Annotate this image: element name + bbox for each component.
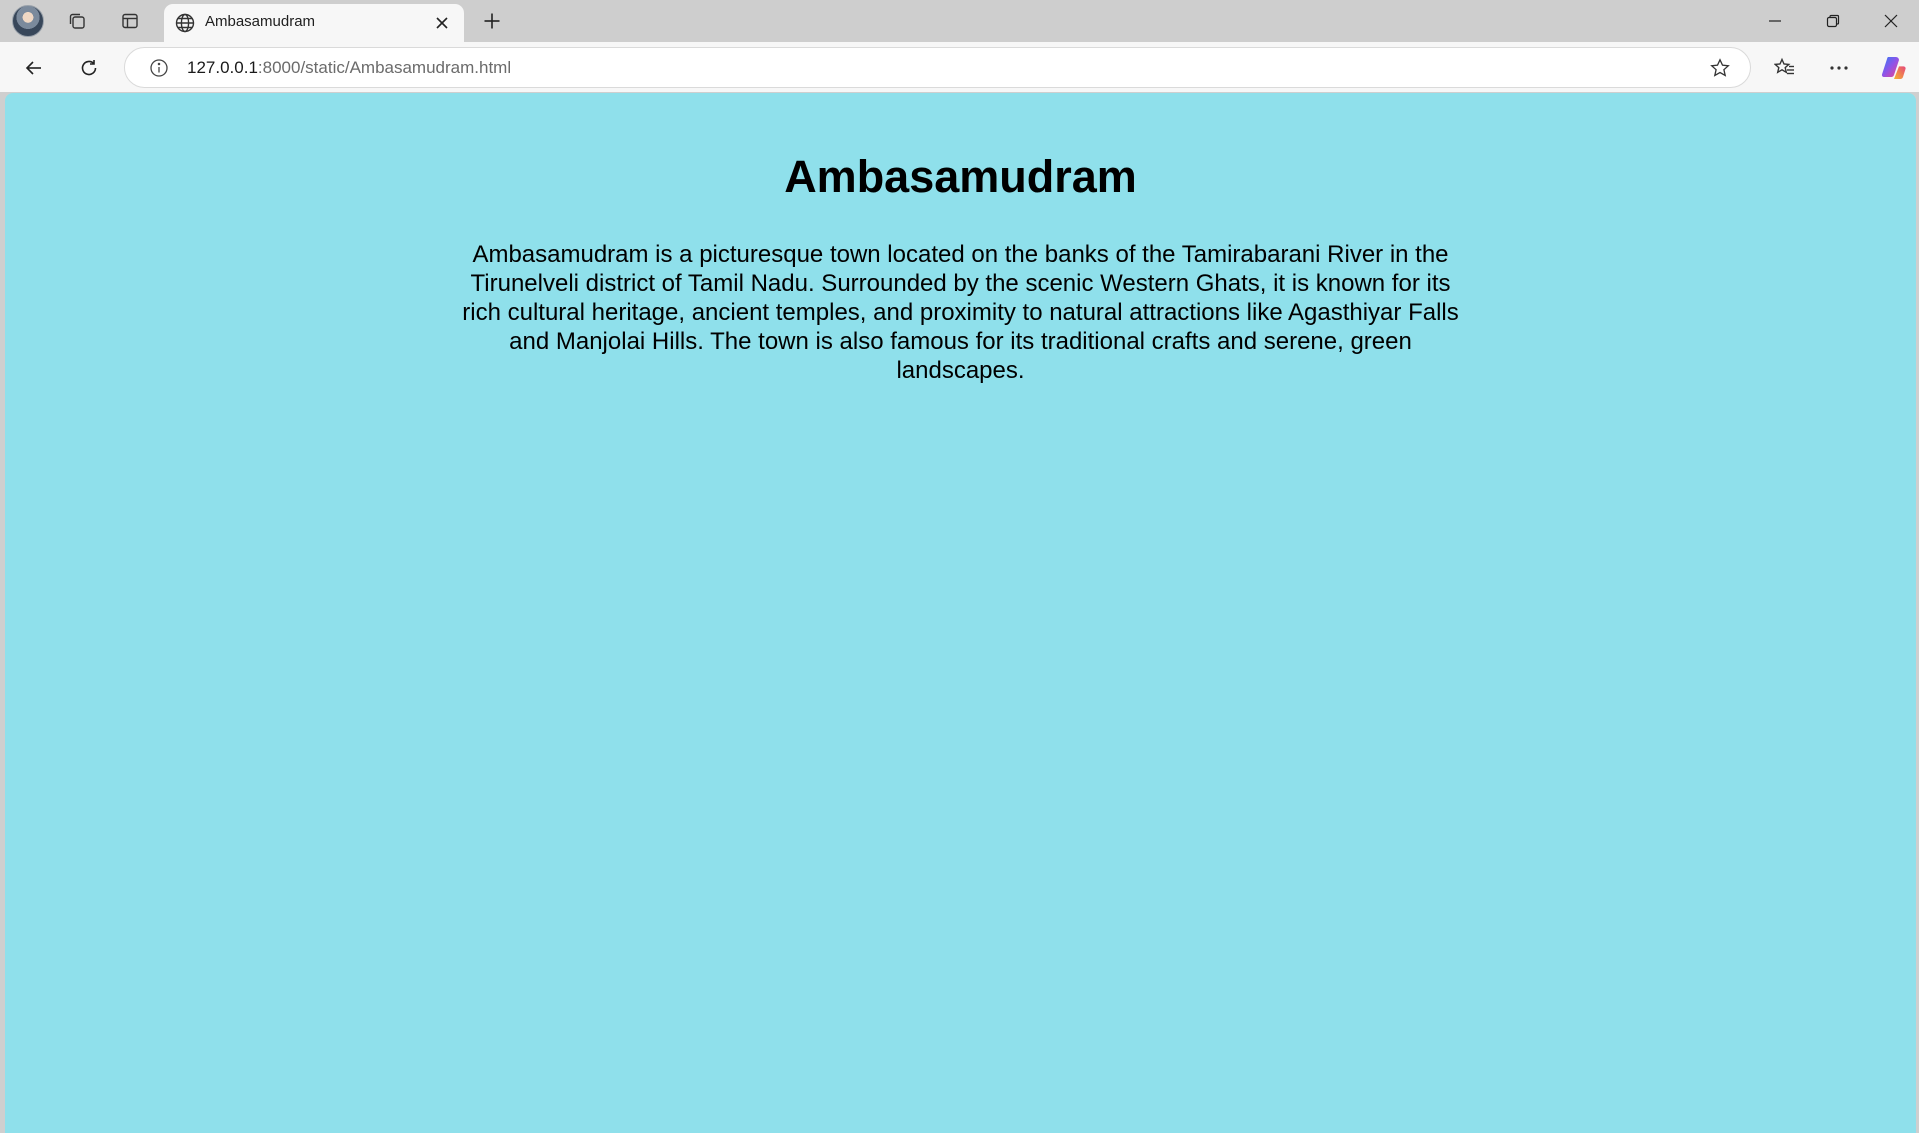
new-tab-button[interactable] [476,5,508,37]
minimize-button[interactable] [1747,0,1803,42]
page-title: Ambasamudram [784,151,1137,202]
url-path: :8000/static/Ambasamudram.html [257,58,512,77]
back-button[interactable] [17,51,51,85]
navigation-bar: 127.0.0.1:8000/static/Ambasamudram.html [0,42,1919,92]
plus-icon [484,13,500,29]
close-tab-icon[interactable] [430,11,454,35]
address-bar[interactable]: 127.0.0.1:8000/static/Ambasamudram.html [124,47,1751,88]
restore-button[interactable] [1805,0,1861,42]
back-arrow-icon [25,61,41,75]
close-window-button[interactable] [1863,0,1919,42]
favorites-icon [1774,57,1794,75]
url-text[interactable]: 127.0.0.1:8000/static/Ambasamudram.html [187,58,511,78]
copilot-button[interactable] [1876,51,1910,85]
refresh-icon [81,60,97,76]
tab-title: Ambasamudram [205,13,316,30]
close-icon [1884,14,1898,28]
tab-actions-icon[interactable] [114,5,146,37]
active-tab[interactable]: Ambasamudram [164,4,464,42]
more-icon [1830,66,1848,70]
page-description: Ambasamudram is a picturesque town locat… [462,241,1459,384]
copilot-icon [1881,57,1906,80]
page-viewport: Ambasamudram Ambasamudram is a picturesq… [5,93,1916,1133]
star-icon [1710,58,1730,77]
url-host: 127.0.0.1 [187,58,258,77]
workspaces-icon[interactable] [61,5,93,37]
add-favorite-icon[interactable] [1707,55,1733,81]
info-icon [150,59,168,77]
profile-avatar[interactable] [12,5,44,37]
refresh-button[interactable] [72,51,106,85]
globe-icon [174,12,196,34]
minimize-icon [1769,20,1781,22]
favorites-button[interactable] [1768,51,1802,85]
more-button[interactable] [1822,51,1856,85]
tab-strip: Ambasamudram [0,0,1919,42]
site-info-icon[interactable] [147,56,171,80]
restore-icon [1826,14,1840,28]
